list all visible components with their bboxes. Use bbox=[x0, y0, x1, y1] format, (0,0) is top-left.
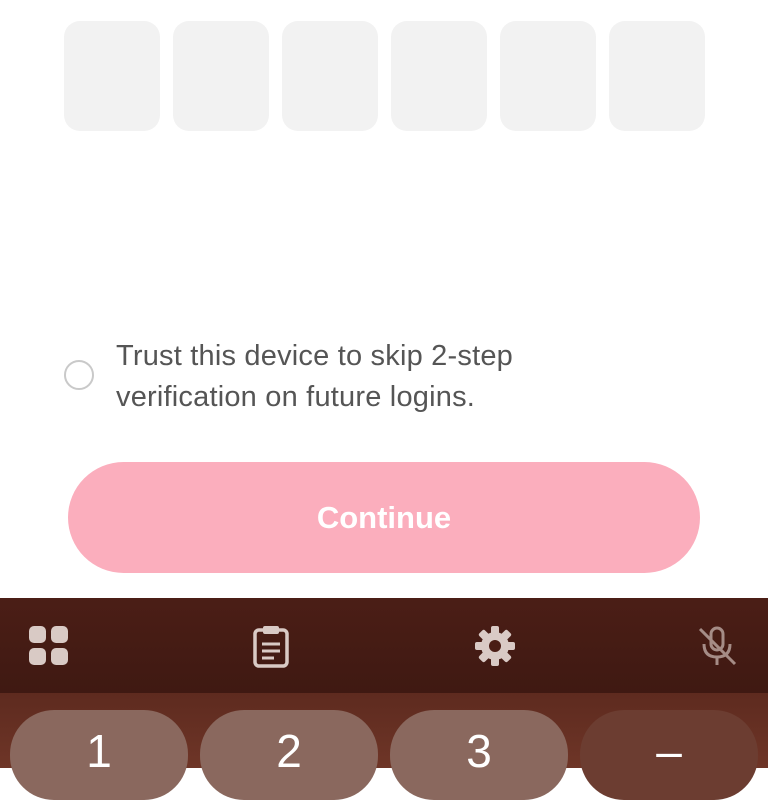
keyboard-toolbar bbox=[0, 598, 768, 693]
otp-digit-6[interactable] bbox=[609, 21, 705, 131]
otp-digit-2[interactable] bbox=[173, 21, 269, 131]
key-3[interactable]: 3 bbox=[390, 710, 568, 800]
on-screen-keyboard: 1 2 3 – bbox=[0, 598, 768, 800]
keyboard-number-row: 1 2 3 – bbox=[0, 710, 768, 800]
clipboard-icon[interactable] bbox=[248, 623, 294, 669]
otp-digit-1[interactable] bbox=[64, 21, 160, 131]
otp-digit-5[interactable] bbox=[500, 21, 596, 131]
continue-button[interactable]: Continue bbox=[68, 462, 700, 573]
trust-device-option[interactable]: Trust this device to skip 2-step verific… bbox=[64, 336, 704, 418]
otp-digit-4[interactable] bbox=[391, 21, 487, 131]
trust-device-label: Trust this device to skip 2-step verific… bbox=[116, 340, 513, 413]
otp-digit-3[interactable] bbox=[282, 21, 378, 131]
settings-gear-icon[interactable] bbox=[472, 623, 518, 669]
mic-off-icon[interactable] bbox=[694, 623, 740, 669]
key-1[interactable]: 1 bbox=[10, 710, 188, 800]
otp-code-inputs bbox=[64, 21, 705, 131]
apps-grid-icon[interactable] bbox=[26, 623, 72, 669]
key-2[interactable]: 2 bbox=[200, 710, 378, 800]
two-step-verification-screen: Trust this device to skip 2-step verific… bbox=[0, 0, 768, 800]
trust-device-radio[interactable] bbox=[64, 360, 94, 390]
key-minus[interactable]: – bbox=[580, 710, 758, 800]
